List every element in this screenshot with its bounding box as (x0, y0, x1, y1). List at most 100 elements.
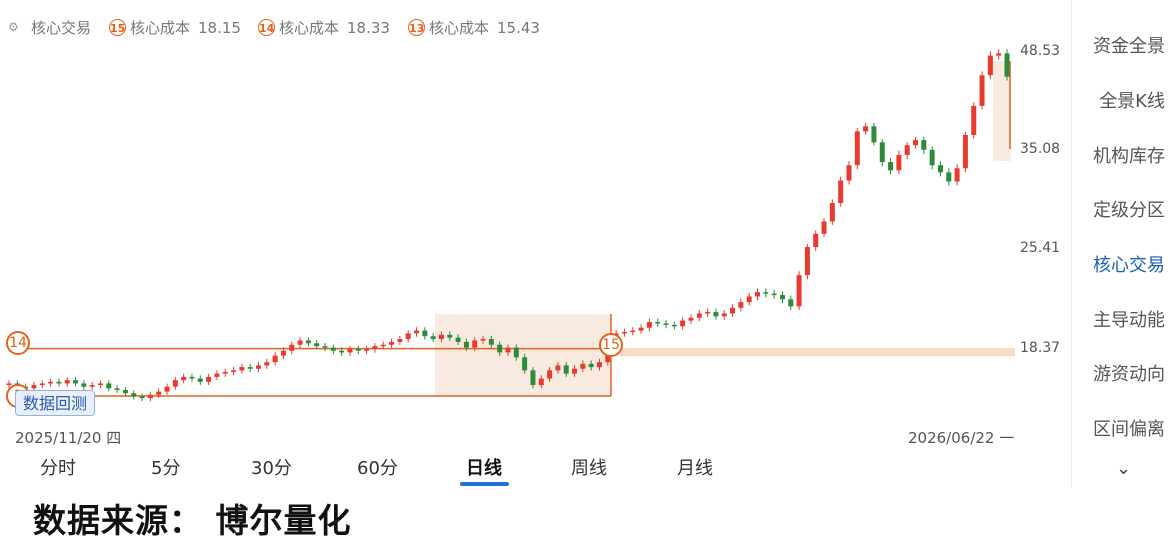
candle-body (879, 142, 885, 163)
candle-body (763, 292, 769, 294)
legend-label: 核心成本 (279, 19, 340, 37)
candle-body (131, 393, 137, 397)
candle-body (721, 313, 727, 317)
candle-body (447, 334, 453, 338)
legend-label: 核心成本 (130, 19, 191, 37)
chevron-down-icon[interactable]: ⌄ (1116, 458, 1131, 479)
candle-body (297, 340, 303, 345)
candle-body (280, 350, 286, 356)
legend-value: 18.15 (198, 19, 241, 37)
candle-body (488, 339, 494, 345)
candle-body (181, 376, 187, 381)
candle-body (305, 340, 311, 344)
candle-body (738, 302, 744, 308)
sidebar-item-hot-money[interactable]: 游资动向 (1093, 360, 1165, 386)
candle-body (480, 339, 486, 341)
sidebar-item-zones[interactable]: 定级分区 (1093, 196, 1165, 222)
candle-body (937, 165, 943, 173)
sidebar-item-institution[interactable]: 机构库存 (1093, 142, 1165, 168)
legend-bar: ⚙ 核心交易 15 核心成本 18.15 14 核心成本 18.33 13 核心成本 15.… (0, 0, 1070, 40)
candle-body (946, 172, 952, 182)
cost-marker-14[interactable]: 14 (6, 331, 30, 355)
candle-body (272, 355, 278, 363)
candle-body (264, 362, 270, 366)
legend-item-13: 13 核心成本 15.43 (408, 17, 540, 38)
cost-marker-15[interactable]: 15 (599, 333, 623, 357)
candle-body (630, 330, 636, 333)
cost-range-box (435, 314, 611, 396)
legend-value: 18.33 (347, 19, 390, 37)
sidebar-item-deviation[interactable]: 区间偏离 (1093, 415, 1165, 441)
candle-body (663, 323, 669, 325)
sidebar-item-fund-overview[interactable]: 资金全景 (1093, 32, 1165, 58)
badge-13: 13 (408, 19, 425, 36)
kline-chart[interactable] (0, 40, 1070, 420)
legend-label: 核心成本 (429, 19, 490, 37)
sidebar-item-core-trade[interactable]: 核心交易 (1093, 251, 1165, 277)
candle-body (547, 370, 553, 379)
candle-body (671, 324, 677, 327)
candle-body (389, 341, 395, 345)
candle-body (89, 385, 95, 387)
start-date: 2025/11/20 四 (15, 429, 122, 447)
candle-body (430, 336, 436, 340)
sidebar-item-panorama-kline[interactable]: 全景K线 (1099, 87, 1165, 113)
candle-body (962, 135, 968, 169)
badge-14: 14 (258, 19, 275, 36)
backtest-button[interactable]: 数据回测 (15, 390, 96, 416)
candle-body (422, 330, 428, 337)
candle-body (996, 53, 1002, 56)
candle-body (746, 296, 752, 303)
tab-5min[interactable]: 5分 (151, 454, 180, 480)
candle-body (796, 275, 802, 307)
candle-body (730, 307, 736, 314)
candle-body (788, 299, 794, 307)
candle-body (505, 347, 511, 353)
candle-body (987, 55, 993, 76)
candle-body (48, 381, 54, 384)
candle-body (513, 347, 519, 358)
tab-monthly[interactable]: 月线 (677, 454, 713, 480)
candle-body (522, 357, 528, 371)
candle-body (771, 293, 777, 296)
tab-timeshare[interactable]: 分时 (40, 454, 76, 480)
end-date: 2026/06/22 一 (908, 429, 1015, 447)
candle-body (621, 331, 627, 334)
candle-body (472, 340, 478, 348)
candle-body (122, 389, 128, 394)
candle-body (314, 343, 320, 347)
candle-body (463, 341, 469, 348)
candle-body (680, 320, 686, 327)
candle-body (438, 334, 444, 340)
candle-body (231, 370, 237, 372)
candle-body (888, 162, 894, 171)
candle-body (455, 337, 461, 342)
tab-weekly[interactable]: 周线 (571, 454, 607, 480)
candle-body (588, 363, 594, 368)
candle-body (106, 383, 112, 389)
data-source: 数据来源： 博尔量化 (33, 501, 352, 540)
candle-body (372, 346, 378, 350)
candle-body (189, 376, 195, 379)
candle-body (954, 168, 960, 182)
tab-30min[interactable]: 30分 (251, 454, 292, 480)
gear-icon[interactable]: ⚙ (8, 20, 19, 34)
candle-body (929, 149, 935, 166)
candle-body (222, 372, 228, 374)
tab-daily[interactable]: 日线 (466, 454, 502, 480)
candle-body (247, 367, 253, 369)
candle-body (580, 363, 586, 369)
candle-body (913, 140, 919, 146)
sidebar-item-momentum[interactable]: 主导动能 (1093, 306, 1165, 332)
candle-body (646, 322, 652, 328)
tab-60min[interactable]: 60分 (357, 454, 398, 480)
candle-body (530, 370, 536, 386)
candle-body (688, 317, 694, 321)
candle-body (156, 391, 162, 395)
candle-body (81, 383, 87, 387)
candle-body (863, 126, 869, 132)
active-tab-indicator (460, 482, 509, 486)
candle-body (73, 380, 79, 384)
candle-body (779, 295, 785, 300)
candle-body (921, 140, 927, 150)
